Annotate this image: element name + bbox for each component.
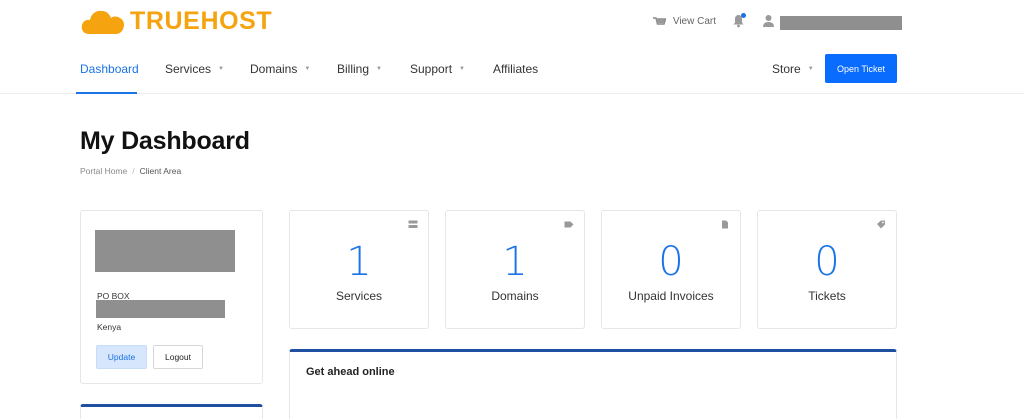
- document-icon: [722, 220, 728, 229]
- breadcrumb-client-area: Client Area: [139, 166, 182, 176]
- brand-name: TRUEHOST: [130, 6, 273, 35]
- stat-value: 0: [658, 239, 684, 285]
- chevron-down-icon: ▼: [304, 66, 311, 72]
- stat-label: Unpaid Invoices: [628, 289, 714, 303]
- stat-value: 0: [814, 239, 840, 285]
- stat-label: Services: [335, 289, 382, 303]
- chevron-down-icon: ▼: [459, 66, 465, 72]
- view-cart-link[interactable]: View Cart: [652, 15, 716, 27]
- top-header: TRUEHOST View Cart: [0, 0, 1024, 48]
- stat-value: 1: [502, 239, 528, 285]
- nav-domains-label: Domains: [250, 62, 298, 76]
- tag-icon: [564, 221, 574, 228]
- promo-panel: Get ahead online: [289, 349, 897, 419]
- stat-label: Domains: [491, 289, 539, 303]
- stat-tile-services[interactable]: 1 Services: [289, 210, 429, 329]
- nav-services[interactable]: Services ▼: [165, 62, 224, 76]
- promo-title: Get ahead online: [306, 366, 395, 378]
- user-icon[interactable]: [762, 14, 775, 28]
- user-name-redacted[interactable]: [780, 16, 902, 30]
- client-name-redacted: [95, 230, 235, 272]
- header-actions: View Cart: [652, 10, 902, 32]
- client-country: Kenya: [97, 322, 122, 332]
- truehost-logo[interactable]: TRUEHOST: [80, 5, 272, 37]
- view-cart-label: View Cart: [672, 15, 716, 27]
- page-title: My Dashboard: [80, 127, 250, 155]
- nav-store-label: Store: [772, 62, 801, 76]
- nav-store[interactable]: Store ▼: [772, 62, 814, 76]
- cart-icon: [652, 17, 666, 25]
- nav-services-label: Services: [165, 62, 212, 76]
- cloud-logo-icon: [81, 10, 124, 35]
- active-nav-indicator: [76, 92, 137, 94]
- ticket-icon: [877, 220, 885, 229]
- stat-tile-unpaid-invoices[interactable]: 0 Unpaid Invoices: [601, 210, 741, 329]
- stat-tile-domains[interactable]: 1 Domains: [445, 210, 585, 329]
- nav-domains[interactable]: Domains ▼: [250, 62, 310, 76]
- nav-support[interactable]: Support ▼: [410, 62, 465, 76]
- chevron-down-icon: ▼: [218, 66, 224, 72]
- nav-affiliates-label: Affiliates: [493, 62, 539, 76]
- breadcrumb-separator: /: [132, 166, 135, 176]
- nav-affiliates[interactable]: Affiliates: [493, 62, 538, 76]
- chevron-down-icon: ▼: [807, 66, 814, 72]
- nav-support-label: Support: [410, 62, 453, 76]
- main-navigation: Dashboard Services ▼ Domains ▼ Billing ▼…: [0, 48, 1024, 94]
- stat-label: Tickets: [808, 289, 846, 303]
- notification-dot: [741, 13, 746, 18]
- breadcrumb: Portal Home / Client Area: [80, 166, 181, 176]
- client-address-redacted: [96, 300, 225, 318]
- logout-button[interactable]: Logout: [153, 345, 203, 369]
- client-info-card: PO BOX Kenya Update Logout: [80, 210, 263, 384]
- chevron-down-icon: ▼: [376, 66, 382, 72]
- stat-tile-tickets[interactable]: 0 Tickets: [757, 210, 897, 329]
- notifications-bell[interactable]: [732, 13, 746, 28]
- nav-billing-label: Billing: [337, 62, 370, 76]
- nav-dashboard[interactable]: Dashboard: [80, 62, 139, 76]
- server-icon: [408, 220, 418, 228]
- breadcrumb-portal-home[interactable]: Portal Home: [80, 166, 127, 176]
- stat-value: 1: [346, 239, 372, 285]
- open-ticket-button[interactable]: Open Ticket: [825, 54, 897, 83]
- nav-billing[interactable]: Billing ▼: [337, 62, 382, 76]
- nav-dashboard-label: Dashboard: [80, 62, 139, 76]
- sidebar-panel-top: [80, 404, 263, 419]
- update-button[interactable]: Update: [96, 345, 147, 369]
